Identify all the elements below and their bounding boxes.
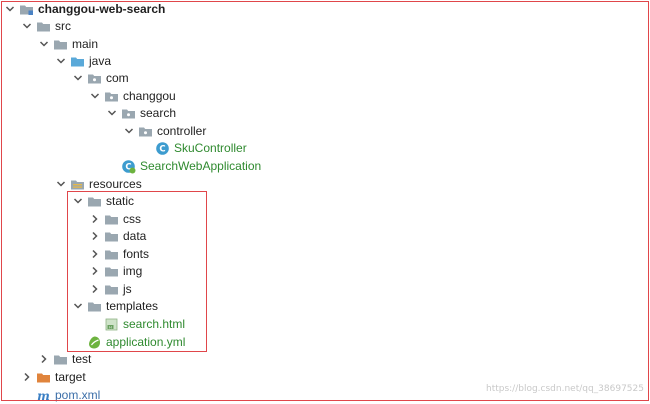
chevron-right-icon[interactable] [89,265,101,277]
maven-pom-icon: m [36,388,51,403]
folder-icon [87,194,102,209]
project-tree: changgou-web-search src main java com changgo… [0,0,650,403]
tree-row-com[interactable]: com [0,70,650,87]
chevron-right-icon[interactable] [38,353,50,365]
tree-row-label: css [123,212,141,226]
resources-folder-icon [70,177,85,192]
package-icon [87,71,102,86]
folder-icon [53,352,68,367]
tree-row-label: application.yml [106,335,186,349]
tree-row-label: resources [89,177,142,191]
tree-row-controller[interactable]: controller [0,123,650,140]
tree-row-changgou[interactable]: changgou [0,88,650,105]
chevron-down-icon[interactable] [55,178,67,190]
source-root-folder-icon [70,54,85,69]
tree-row-label: main [72,37,99,51]
folder-icon [53,37,68,52]
tree-row-label: search.html [123,317,186,331]
tree-row-main[interactable]: main [0,36,650,53]
folder-icon [104,229,119,244]
tree-row-label: controller [157,124,207,138]
tree-row-templates[interactable]: templates [0,298,650,315]
chevron-down-icon[interactable] [72,195,84,207]
svg-text:m: m [37,389,50,403]
tree-row-changgou-web-search[interactable]: changgou-web-search [0,1,650,18]
tree-row-label: test [72,352,92,366]
chevron-down-icon[interactable] [72,72,84,84]
folder-icon [104,212,119,227]
tree-row-test[interactable]: test [0,351,650,368]
svg-text:H: H [109,325,112,329]
chevron-right-icon[interactable] [89,283,101,295]
tree-row-label: changgou-web-search [38,2,166,16]
tree-row-label: img [123,264,143,278]
folder-icon [104,247,119,262]
chevron-right-icon[interactable] [89,213,101,225]
tree-row-static[interactable]: static [0,193,650,210]
chevron-down-icon[interactable] [72,300,84,312]
tree-row-label: target [55,370,86,384]
tree-row-data[interactable]: data [0,228,650,245]
tree-row-label: templates [106,299,159,313]
tree-row-label: com [106,71,129,85]
spring-boot-class-icon: C [121,159,136,174]
tree-row-label: SkuController [174,141,247,155]
tree-row-css[interactable]: css [0,211,650,228]
package-icon [121,106,136,121]
folder-icon [87,299,102,314]
tree-row-search-html[interactable]: Hsearch.html [0,316,650,333]
tree-row-application-yml[interactable]: application.yml [0,334,650,351]
folder-icon [104,282,119,297]
tree-row-search[interactable]: search [0,105,650,122]
chevron-down-icon[interactable] [123,125,135,137]
tree-row-skucontroller[interactable]: C SkuController [0,140,650,157]
chevron-down-icon[interactable] [89,90,101,102]
chevron-down-icon[interactable] [21,20,33,32]
chevron-down-icon[interactable] [38,38,50,50]
tree-row-label: java [89,54,112,68]
package-icon [104,89,119,104]
tree-row-label: fonts [123,247,150,261]
tree-row-label: changgou [123,89,176,103]
chevron-down-icon[interactable] [55,55,67,67]
chevron-right-icon[interactable] [21,371,33,383]
watermark: https://blog.csdn.net/qq_38697525 [485,384,644,394]
chevron-right-icon[interactable] [89,248,101,260]
tree-row-label: search [140,106,177,120]
package-icon [138,124,153,139]
svg-text:C: C [159,145,165,155]
tree-row-label: static [106,194,135,208]
tree-row-js[interactable]: js [0,281,650,298]
chevron-down-icon[interactable] [106,107,118,119]
module-folder-icon [19,2,34,17]
folder-icon [104,264,119,279]
tree-row-label: data [123,229,147,243]
tree-row-java[interactable]: java [0,53,650,70]
tree-row-label: src [55,19,71,33]
tree-row-label: pom.xml [55,388,101,402]
tree-row-label: js [123,282,132,296]
folder-icon [36,19,51,34]
tree-row-src[interactable]: src [0,18,650,35]
tree-row-img[interactable]: img [0,263,650,280]
tree-row-searchwebapplication[interactable]: C SearchWebApplication [0,158,650,175]
java-class-icon: C [155,141,170,156]
excluded-folder-icon [36,370,51,385]
tree-row-fonts[interactable]: fonts [0,246,650,263]
tree-row-resources[interactable]: resources [0,176,650,193]
chevron-right-icon[interactable] [89,230,101,242]
chevron-down-icon[interactable] [4,3,16,15]
yaml-spring-file-icon [87,335,102,350]
html-file-icon: H [104,317,119,332]
tree-row-label: SearchWebApplication [140,159,262,173]
